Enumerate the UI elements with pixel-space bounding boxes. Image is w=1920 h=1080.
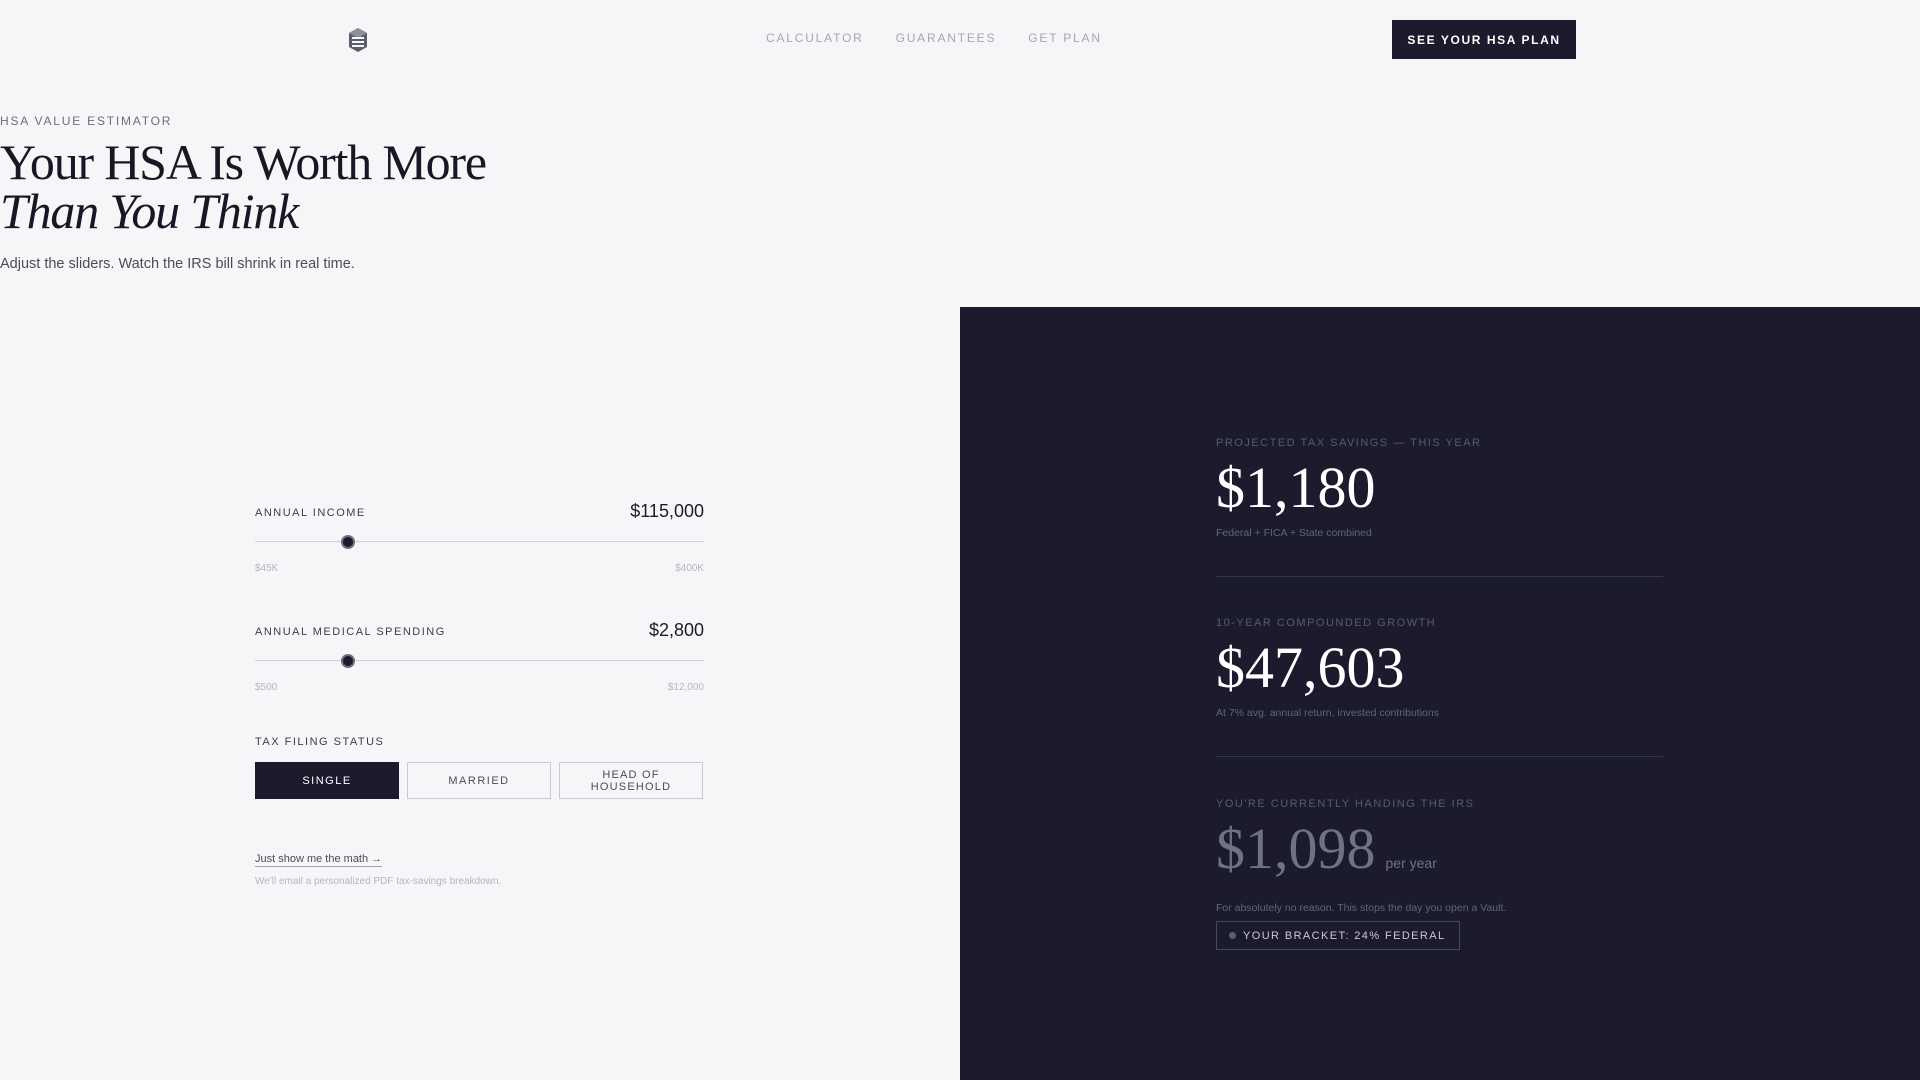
- income-slider-thumb[interactable]: [340, 535, 355, 549]
- show-math-link[interactable]: Just show me the math →: [255, 853, 383, 867]
- logo-icon[interactable]: [347, 27, 369, 53]
- nav-link-get-plan[interactable]: GET PLAN: [1028, 31, 1102, 45]
- medical-slider-track: [255, 660, 704, 661]
- filing-married-button[interactable]: MARRIED: [407, 762, 551, 799]
- filing-status-options: SINGLE MARRIED HEAD OF HOUSEHOLD: [255, 762, 703, 799]
- nav-link-guarantees[interactable]: GUARANTEES: [896, 31, 997, 45]
- irs-value-row: $1,098 per year: [1216, 818, 1663, 894]
- results-divider: [1216, 756, 1663, 757]
- tax-savings-note: Federal + FICA + State combined: [1216, 527, 1372, 539]
- hero-subtitle: Adjust the sliders. Watch the IRS bill s…: [0, 256, 355, 272]
- filing-head-of-household-button[interactable]: HEAD OF HOUSEHOLD: [559, 762, 703, 799]
- growth-value: $47,603: [1216, 635, 1405, 700]
- medical-value: $2,800: [648, 620, 704, 640]
- page-title: Your HSA Is Worth More Than You Think: [0, 137, 1920, 239]
- growth-stat: 10-YEAR COMPOUNDED GROWTH $47,603 At 7% …: [1216, 617, 1663, 719]
- medical-row: ANNUAL MEDICAL SPENDING $2,800: [255, 617, 704, 641]
- income-slider-track: [255, 541, 704, 542]
- filing-status-label: TAX FILING STATUS: [255, 736, 385, 748]
- math-note: We'll email a personalized PDF tax-savin…: [255, 876, 502, 887]
- bracket-badge: YOUR BRACKET: 24% FEDERAL: [1216, 921, 1460, 950]
- income-value: $115,000: [630, 501, 704, 521]
- growth-note: At 7% avg. annual return, invested contr…: [1216, 707, 1439, 719]
- medical-min-label: $500: [255, 682, 278, 693]
- medical-max-label: $12,000: [667, 682, 704, 693]
- irs-label: YOU'RE CURRENTLY HANDING THE IRS: [1216, 798, 1475, 810]
- hero-eyebrow: HSA VALUE ESTIMATOR: [0, 114, 173, 128]
- irs-note: For absolutely no reason. This stops the…: [1216, 902, 1507, 914]
- bracket-dot-icon: [1229, 932, 1236, 939]
- irs-stat: YOU'RE CURRENTLY HANDING THE IRS $1,098 p…: [1216, 798, 1663, 914]
- irs-value: $1,098: [1216, 816, 1376, 881]
- tax-savings-stat: PROJECTED TAX SAVINGS — THIS YEAR $1,180…: [1216, 437, 1663, 539]
- income-row: ANNUAL INCOME $115,000: [255, 498, 704, 522]
- top-nav: CALCULATOR GUARANTEES GET PLAN SEE YOUR …: [0, 0, 1920, 78]
- see-hsa-plan-button[interactable]: SEE YOUR HSA PLAN: [1392, 20, 1576, 59]
- bracket-text: YOUR BRACKET: 24% FEDERAL: [1243, 929, 1446, 942]
- income-label: ANNUAL INCOME: [255, 507, 366, 519]
- title-line-2: Than You Think: [0, 183, 299, 239]
- results-divider: [1216, 576, 1663, 577]
- nav-link-calculator[interactable]: CALCULATOR: [766, 31, 864, 45]
- medical-label: ANNUAL MEDICAL SPENDING: [255, 626, 446, 638]
- medical-slider-thumb[interactable]: [340, 654, 355, 668]
- results-panel: PROJECTED TAX SAVINGS — THIS YEAR $1,180…: [960, 307, 1920, 1080]
- tax-savings-value: $1,180: [1216, 455, 1376, 520]
- income-min-label: $45K: [255, 563, 279, 574]
- income-slider[interactable]: [255, 534, 704, 550]
- nav-links: CALCULATOR GUARANTEES GET PLAN: [766, 31, 1102, 45]
- title-line-1: Your HSA Is Worth More: [0, 134, 487, 190]
- growth-label: 10-YEAR COMPOUNDED GROWTH: [1216, 617, 1437, 629]
- filing-single-button[interactable]: SINGLE: [255, 762, 399, 799]
- irs-per-year: per year: [1385, 855, 1437, 871]
- tax-savings-label: PROJECTED TAX SAVINGS — THIS YEAR: [1216, 437, 1482, 449]
- medical-slider[interactable]: [255, 653, 704, 669]
- income-max-label: $400K: [675, 563, 704, 574]
